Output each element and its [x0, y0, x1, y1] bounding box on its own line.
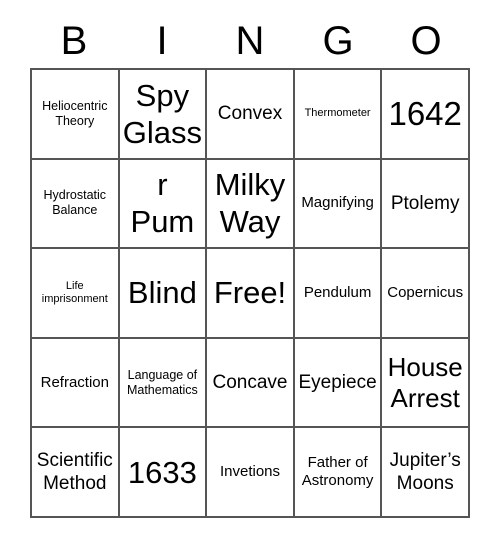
bingo-cell[interactable]: Thermometer	[294, 70, 383, 160]
bingo-cell-label: Blind	[127, 275, 197, 311]
bingo-cell-label: Water Pump	[127, 160, 198, 248]
bingo-cell[interactable]: Convex	[207, 70, 295, 160]
bingo-cell[interactable]: 1642	[382, 70, 470, 160]
bingo-free-space-cell[interactable]: Free!	[207, 249, 295, 339]
bingo-cell[interactable]: Jupiter’s Moons	[382, 428, 470, 518]
bingo-cell[interactable]: Spy Glass	[119, 70, 208, 160]
bingo-cell[interactable]: Invetions	[207, 428, 295, 518]
bingo-cell-label: Language of Mathematics	[126, 367, 198, 397]
header-letter-b: B	[60, 19, 88, 63]
bingo-cell[interactable]: Life imprisonment	[32, 249, 120, 339]
bingo-cell-label: Jupiter’s Moons	[389, 450, 461, 495]
bingo-cell-label: Pendulum	[303, 283, 372, 301]
bingo-cell-label: Milky Way	[214, 167, 286, 240]
bingo-cell[interactable]: Magnifying	[294, 159, 383, 250]
bingo-cell-label: 1642	[388, 95, 462, 133]
bingo-cell[interactable]: Heliocentric Theory	[32, 70, 120, 160]
bingo-cell-label: Eyepiece	[298, 372, 377, 394]
bingo-cell[interactable]: Ptolemy	[382, 159, 470, 250]
bingo-cell[interactable]: Scientific Method	[32, 428, 120, 518]
bingo-cell[interactable]: 1633	[119, 428, 208, 518]
bingo-cell-label: Scientific Method	[36, 450, 113, 495]
bingo-cell-label: Father of Astronomy	[301, 454, 374, 490]
bingo-cell[interactable]: Pendulum	[294, 249, 383, 339]
bingo-cell-label: Invetions	[219, 463, 281, 481]
header-letter-i: I	[156, 19, 168, 63]
bingo-cell-label: Life imprisonment	[41, 279, 108, 305]
bingo-cell-label: Magnifying	[301, 194, 374, 212]
header-letter-n: N	[235, 19, 265, 63]
bingo-cell[interactable]: Concave	[207, 338, 295, 429]
bingo-cell-label: Ptolemy	[390, 192, 460, 214]
bingo-cell[interactable]: Water Pump	[119, 159, 208, 250]
bingo-cell[interactable]: Refraction	[32, 338, 120, 429]
bingo-cell[interactable]: Milky Way	[207, 159, 295, 250]
bingo-cell-label: Hydrostatic Balance	[43, 188, 107, 218]
bingo-header-row: B I N G O	[30, 14, 470, 68]
bingo-cell-label: Heliocentric Theory	[42, 98, 108, 128]
bingo-grid: Heliocentric Theory Spy Glass Convex Thermo…	[30, 68, 470, 518]
bingo-cell-label: Spy Glass	[122, 77, 203, 150]
bingo-card: B I N G O Heliocentric Theory Spy Glass Co…	[0, 0, 500, 544]
bingo-cell[interactable]: Language of Mathematics	[119, 338, 208, 429]
bingo-cell-label: Free!	[213, 275, 287, 311]
bingo-cell[interactable]: Blind	[119, 249, 208, 339]
bingo-cell[interactable]: Copernicus	[382, 249, 470, 339]
bingo-cell[interactable]: Eyepiece	[294, 338, 383, 429]
bingo-cell-label: Convex	[217, 103, 283, 125]
bingo-cell[interactable]: Father of Astronomy	[294, 428, 383, 518]
bingo-cell-label: 1633	[127, 454, 197, 490]
bingo-cell-label: Copernicus	[387, 283, 464, 301]
bingo-cell-label: Refraction	[40, 373, 109, 391]
header-letter-g: G	[322, 19, 354, 63]
bingo-cell[interactable]: Hydrostatic Balance	[32, 159, 120, 250]
bingo-cell-label: Thermometer	[304, 107, 371, 120]
bingo-cell-label: Concave	[212, 372, 288, 394]
header-letter-o: O	[410, 19, 442, 63]
bingo-cell[interactable]: House Arrest	[382, 338, 470, 429]
bingo-cell-label: House Arrest	[387, 351, 463, 413]
